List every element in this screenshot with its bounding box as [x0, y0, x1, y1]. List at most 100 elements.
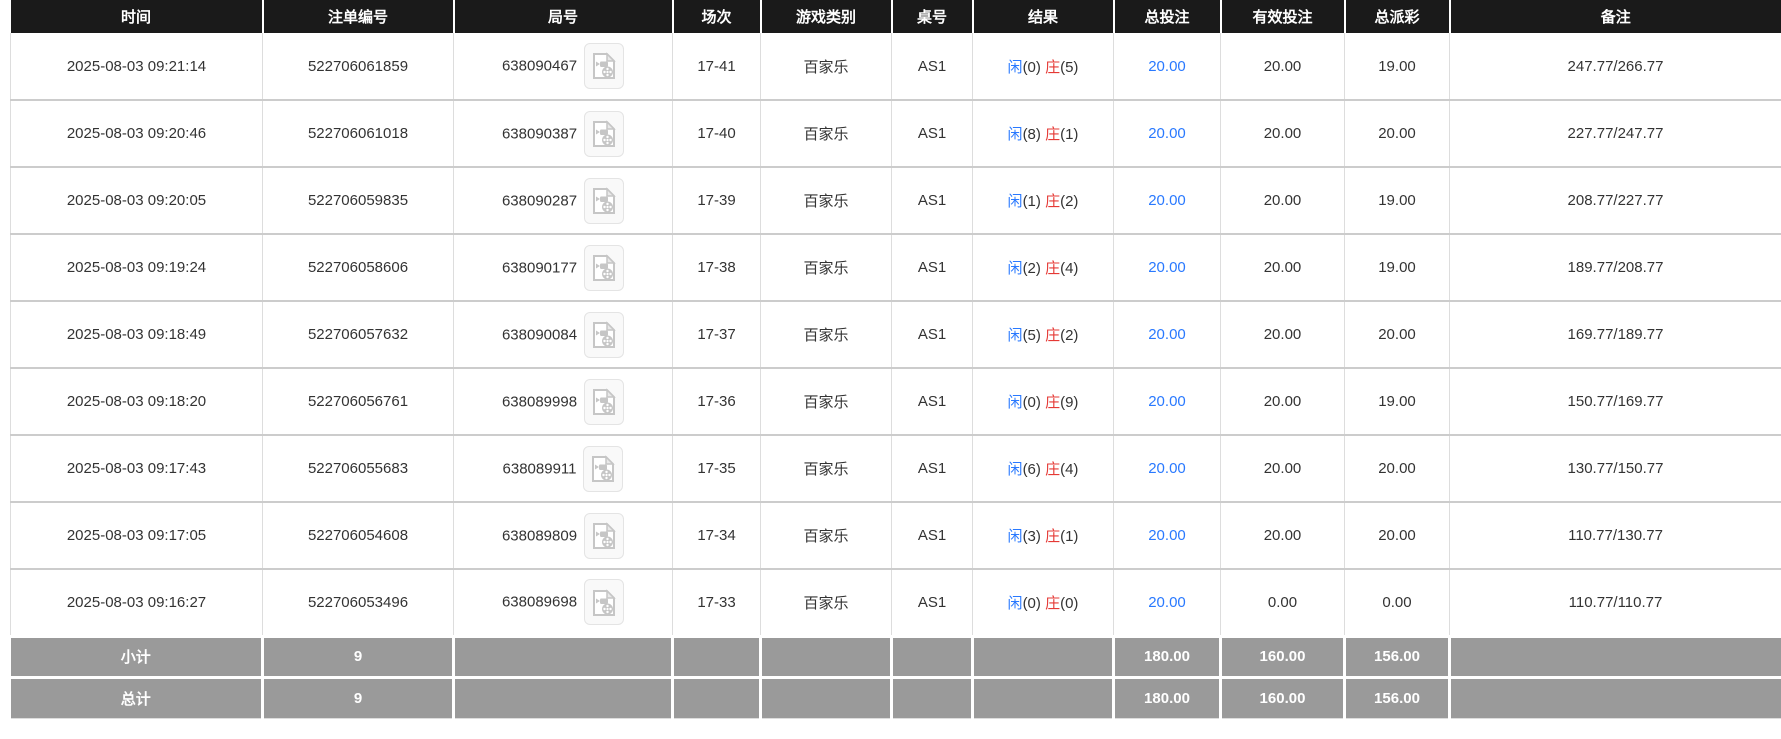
total-bet-link[interactable]: 20.00 — [1148, 58, 1186, 75]
cell-result: 闲(0) 庄(5) — [973, 33, 1114, 100]
cell-valid-bet: 0.00 — [1221, 569, 1345, 636]
total-count: 9 — [263, 677, 454, 718]
total-bet-link[interactable]: 20.00 — [1148, 527, 1186, 544]
total-valid-bet: 160.00 — [1221, 677, 1345, 718]
result-banker-score: (1) — [1060, 126, 1078, 143]
total-bet-link[interactable]: 20.00 — [1148, 594, 1186, 611]
cell-total-payout: 20.00 — [1345, 301, 1450, 368]
total-bet-link[interactable]: 20.00 — [1148, 259, 1186, 276]
cell-total-payout: 19.00 — [1345, 167, 1450, 234]
total-bet-link[interactable]: 20.00 — [1148, 460, 1186, 477]
result-player-label: 闲 — [1008, 59, 1023, 76]
cell-bet-id: 522706061018 — [263, 100, 454, 167]
subtotal-row: 小计 9 180.00 160.00 156.00 — [11, 636, 1781, 677]
table-body: 2025-08-03 09:21:14 522706061859 6380904… — [11, 33, 1781, 636]
cell-total-payout: 19.00 — [1345, 234, 1450, 301]
column-header-bet-id: 注单编号 — [263, 0, 454, 33]
result-banker-score: (4) — [1060, 461, 1078, 478]
column-header-session: 场次 — [673, 0, 761, 33]
result-banker-score: (5) — [1060, 59, 1078, 76]
cell-session: 17-41 — [673, 33, 761, 100]
cell-session: 17-38 — [673, 234, 761, 301]
cell-bet-id: 522706057632 — [263, 301, 454, 368]
cell-total-bet: 20.00 — [1114, 502, 1221, 569]
cell-valid-bet: 20.00 — [1221, 167, 1345, 234]
result-player-label: 闲 — [1008, 595, 1023, 612]
cell-time: 2025-08-03 09:17:05 — [11, 502, 263, 569]
video-replay-button[interactable] — [584, 579, 624, 625]
total-bet-link[interactable]: 20.00 — [1148, 125, 1186, 142]
result-player-score: (5) — [1023, 327, 1041, 344]
video-replay-button[interactable] — [584, 178, 624, 224]
cell-round: 638090467 — [454, 33, 673, 100]
table-row: 2025-08-03 09:21:14 522706061859 6380904… — [11, 33, 1781, 100]
cell-result: 闲(3) 庄(1) — [973, 502, 1114, 569]
video-file-icon — [592, 52, 616, 80]
cell-total-bet: 20.00 — [1114, 167, 1221, 234]
column-header-total-bet: 总投注 — [1114, 0, 1221, 33]
round-number: 638089698 — [502, 594, 577, 611]
subtotal-valid-bet: 160.00 — [1221, 636, 1345, 677]
cell-table-no: AS1 — [892, 167, 973, 234]
cell-table-no: AS1 — [892, 33, 973, 100]
video-file-icon — [592, 321, 616, 349]
video-replay-button[interactable] — [584, 379, 624, 425]
result-player-score: (1) — [1023, 193, 1041, 210]
video-replay-button[interactable] — [583, 446, 623, 492]
video-replay-button[interactable] — [584, 43, 624, 89]
cell-valid-bet: 20.00 — [1221, 234, 1345, 301]
cell-total-bet: 20.00 — [1114, 368, 1221, 435]
result-player-label: 闲 — [1008, 193, 1023, 210]
cell-time: 2025-08-03 09:21:14 — [11, 33, 263, 100]
cell-game-type: 百家乐 — [761, 368, 892, 435]
total-bet-link[interactable]: 20.00 — [1148, 393, 1186, 410]
table-row: 2025-08-03 09:18:49 522706057632 6380900… — [11, 301, 1781, 368]
cell-total-bet: 20.00 — [1114, 100, 1221, 167]
total-bet-link[interactable]: 20.00 — [1148, 326, 1186, 343]
table-row: 2025-08-03 09:17:05 522706054608 6380898… — [11, 502, 1781, 569]
table-row: 2025-08-03 09:17:43 522706055683 6380899… — [11, 435, 1781, 502]
result-player-label: 闲 — [1008, 461, 1023, 478]
round-number: 638090177 — [502, 259, 577, 276]
cell-session: 17-34 — [673, 502, 761, 569]
cell-remark: 110.77/110.77 — [1450, 569, 1781, 636]
cell-table-no: AS1 — [892, 502, 973, 569]
cell-total-payout: 20.00 — [1345, 502, 1450, 569]
video-replay-button[interactable] — [584, 312, 624, 358]
video-replay-button[interactable] — [584, 111, 624, 157]
cell-game-type: 百家乐 — [761, 33, 892, 100]
video-replay-button[interactable] — [584, 245, 624, 291]
cell-result: 闲(6) 庄(4) — [973, 435, 1114, 502]
cell-table-no: AS1 — [892, 234, 973, 301]
result-player-score: (0) — [1023, 394, 1041, 411]
column-header-time: 时间 — [11, 0, 263, 33]
cell-round: 638089698 — [454, 569, 673, 636]
total-bet-link[interactable]: 20.00 — [1148, 192, 1186, 209]
cell-table-no: AS1 — [892, 569, 973, 636]
table-row: 2025-08-03 09:20:05 522706059835 6380902… — [11, 167, 1781, 234]
table-row: 2025-08-03 09:19:24 522706058606 6380901… — [11, 234, 1781, 301]
result-player-label: 闲 — [1008, 394, 1023, 411]
result-banker-label: 庄 — [1045, 327, 1060, 344]
result-player-label: 闲 — [1008, 528, 1023, 545]
cell-bet-id: 522706061859 — [263, 33, 454, 100]
cell-time: 2025-08-03 09:18:49 — [11, 301, 263, 368]
result-banker-score: (1) — [1060, 528, 1078, 545]
cell-total-payout: 20.00 — [1345, 435, 1450, 502]
result-player-score: (6) — [1023, 461, 1041, 478]
column-header-game-type: 游戏类别 — [761, 0, 892, 33]
video-replay-button[interactable] — [584, 513, 624, 559]
bet-records-table: 时间 注单编号 局号 场次 游戏类别 桌号 结果 总投注 有效投注 总派彩 备注… — [10, 0, 1781, 719]
cell-table-no: AS1 — [892, 301, 973, 368]
cell-remark: 110.77/130.77 — [1450, 502, 1781, 569]
result-player-label: 闲 — [1008, 126, 1023, 143]
result-banker-score: (9) — [1060, 394, 1078, 411]
cell-time: 2025-08-03 09:20:05 — [11, 167, 263, 234]
cell-total-payout: 20.00 — [1345, 100, 1450, 167]
cell-total-bet: 20.00 — [1114, 435, 1221, 502]
cell-bet-id: 522706055683 — [263, 435, 454, 502]
cell-round: 638090387 — [454, 100, 673, 167]
video-file-icon — [591, 455, 615, 483]
cell-remark: 247.77/266.77 — [1450, 33, 1781, 100]
result-banker-label: 庄 — [1045, 528, 1060, 545]
